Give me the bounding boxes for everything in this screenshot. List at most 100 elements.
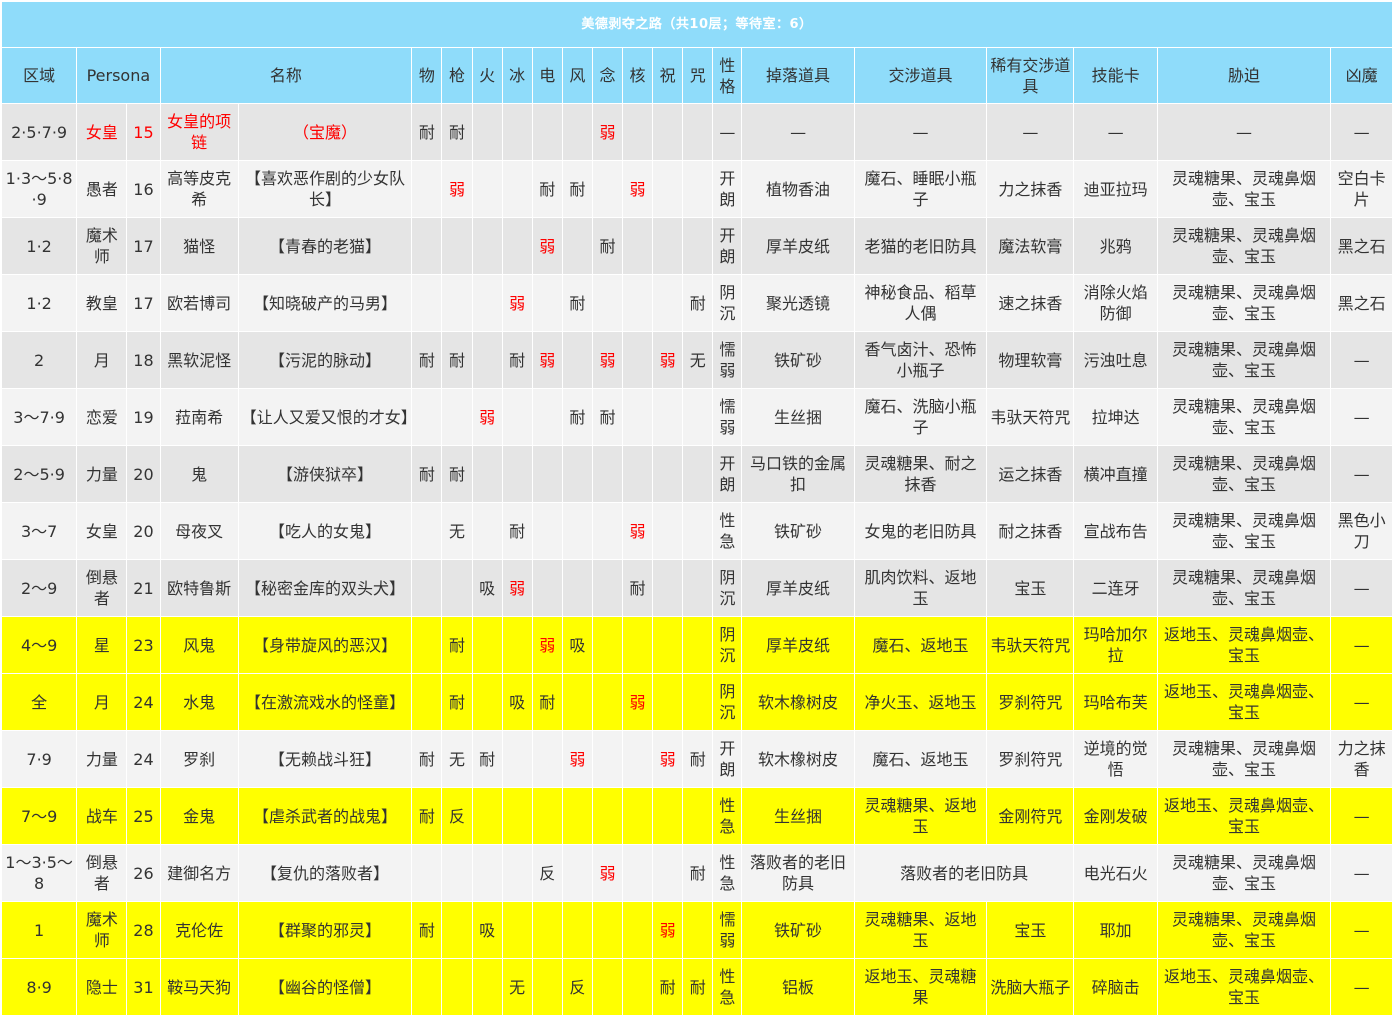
cell-name: 【身带旋风的恶汉】: [237, 616, 413, 674]
cell-name: 【游侠狱卒】: [237, 445, 413, 503]
cell-arcana: 倒悬者: [76, 559, 128, 617]
cell-res-elec: [531, 388, 563, 446]
table-row: 1·2 魔术师 17 猫怪 【青春的老猫】 弱耐 开朗 厚羊皮纸 老猫的老旧防具 魔法软膏 兆鸦 灵魂…: [0, 217, 1393, 275]
cell-res-nuke: [621, 274, 654, 332]
cell-skill-card: 兆鸦: [1073, 217, 1158, 275]
header-gun: 枪: [441, 47, 473, 104]
cell-res-phys: 耐: [411, 730, 443, 788]
cell-persona: 母夜叉: [159, 502, 239, 560]
cell-res-wind: 耐: [561, 160, 593, 218]
cell-res-psy: [591, 958, 624, 1016]
table-row: 1·3～5·8·9 愚者 16 高等皮克希 【喜欢恶作剧的少女队长】弱耐耐弱开朗 植物香油…: [0, 160, 1393, 218]
cell-res-phys: [411, 673, 443, 731]
cell-res-nuke: 耐: [621, 559, 654, 617]
cell-res-wind: [561, 787, 593, 845]
header-ice: 冰: [501, 47, 533, 104]
cell-res-gun: 耐: [441, 331, 473, 389]
cell-level: 20: [126, 445, 161, 503]
cell-drop: 生丝捆: [741, 388, 855, 446]
cell-nego: 魔石、睡眠小瓶子: [853, 160, 988, 218]
cell-res-wind: [561, 217, 593, 275]
cell-trait: 开朗: [712, 160, 743, 218]
cell-res-elec: [531, 901, 563, 959]
cell-res-bless: [652, 844, 684, 902]
cell-res-fire: [471, 217, 503, 275]
cell-res-phys: [411, 844, 443, 902]
header-skill-card: 技能卡: [1073, 47, 1158, 104]
cell-area: 2～5·9: [0, 445, 78, 503]
cell-res-curse: [682, 103, 714, 161]
cell-rare-nego: 韦驮天符咒: [986, 388, 1075, 446]
cell-drop: 聚光透镜: [741, 274, 855, 332]
cell-name: 【喜欢恶作剧的少女队长】: [237, 160, 413, 218]
cell-threat: 灵魂糖果、灵魂鼻烟壶、宝玉: [1156, 331, 1332, 389]
cell-threat: 灵魂糖果、灵魂鼻烟壶、宝玉: [1156, 217, 1332, 275]
header-area: 区域: [0, 47, 78, 104]
cell-res-wind: 弱: [561, 730, 593, 788]
cell-area: 2: [0, 331, 78, 389]
cell-res-wind: 耐: [561, 388, 593, 446]
cell-res-wind: [561, 844, 593, 902]
cell-arcana: 力量: [76, 445, 128, 503]
cell-fiend: —: [1330, 787, 1393, 845]
cell-name: 【让人又爱又恨的才女】: [237, 388, 413, 446]
cell-res-ice: [501, 787, 533, 845]
cell-threat: 灵魂糖果、灵魂鼻烟壶、宝玉: [1156, 844, 1332, 902]
cell-trait: 性急: [712, 844, 743, 902]
cell-skill-card: 玛哈布芙: [1073, 673, 1158, 731]
cell-name: 【污泥的脉动】: [237, 331, 413, 389]
cell-res-nuke: 弱: [621, 673, 654, 731]
cell-res-wind: [561, 103, 593, 161]
cell-res-gun: [441, 901, 473, 959]
cell-level: 17: [126, 217, 161, 275]
cell-res-phys: [411, 388, 443, 446]
cell-res-elec: [531, 730, 563, 788]
cell-area: 1·2: [0, 274, 78, 332]
cell-res-ice: [501, 445, 533, 503]
cell-fiend: —: [1330, 616, 1393, 674]
cell-persona: 菈南希: [159, 388, 239, 446]
cell-res-curse: 无: [682, 331, 714, 389]
cell-persona: 欧若博司: [159, 274, 239, 332]
cell-level: 24: [126, 673, 161, 731]
cell-threat: 灵魂糖果、灵魂鼻烟壶、宝玉: [1156, 901, 1332, 959]
cell-res-fire: [471, 445, 503, 503]
cell-res-bless: 弱: [652, 901, 684, 959]
cell-res-fire: [471, 844, 503, 902]
cell-res-curse: [682, 559, 714, 617]
cell-res-psy: 耐: [591, 217, 624, 275]
cell-name: 【无赖战斗狂】: [237, 730, 413, 788]
table-row: 2·5·7·9 女皇 15 女皇的项链 （宝魔）耐耐弱 — — — — — — —: [0, 103, 1393, 161]
cell-res-wind: [561, 331, 593, 389]
header-persona: Persona: [76, 47, 161, 104]
cell-threat: 灵魂糖果、灵魂鼻烟壶、宝玉: [1156, 274, 1332, 332]
cell-res-fire: [471, 958, 503, 1016]
cell-drop: 厚羊皮纸: [741, 559, 855, 617]
cell-res-ice: 弱: [501, 274, 533, 332]
cell-res-gun: [441, 559, 473, 617]
table-row: 1～3·5～8 倒悬者 26 建御名方 【复仇的落败者】反弱耐性急 落败者的老旧防具 落败者…: [0, 844, 1393, 902]
header-elec: 电: [531, 47, 563, 104]
cell-res-gun: [441, 274, 473, 332]
cell-res-ice: 吸: [501, 673, 533, 731]
cell-fiend: —: [1330, 844, 1393, 902]
cell-res-gun: 无: [441, 502, 473, 560]
cell-arcana: 隐士: [76, 958, 128, 1016]
cell-persona: 猫怪: [159, 217, 239, 275]
cell-persona: 欧特鲁斯: [159, 559, 239, 617]
cell-res-gun: 耐: [441, 616, 473, 674]
cell-level: 28: [126, 901, 161, 959]
cell-arcana: 战车: [76, 787, 128, 845]
cell-name: 【群聚的邪灵】: [237, 901, 413, 959]
table-row: 2～9 倒悬者 21 欧特鲁斯 【秘密金库的双头犬】吸弱 耐阴沉 厚羊皮纸 肌肉饮料、返地玉宝…: [0, 559, 1393, 617]
cell-drop: —: [741, 103, 855, 161]
cell-arcana: 恋爱: [76, 388, 128, 446]
cell-nego: 灵魂糖果、返地玉: [853, 901, 988, 959]
cell-drop: 铝板: [741, 958, 855, 1016]
cell-res-bless: [652, 160, 684, 218]
cell-res-wind: 吸: [561, 616, 593, 674]
cell-res-fire: [471, 673, 503, 731]
cell-res-bless: [652, 103, 684, 161]
table-row: 1 魔术师 28 克伦佐 【群聚的邪灵】耐吸 弱懦弱 铁矿砂 灵魂糖果、返地玉 宝玉 耶加 灵魂糖果…: [0, 901, 1393, 959]
cell-res-phys: [411, 160, 443, 218]
